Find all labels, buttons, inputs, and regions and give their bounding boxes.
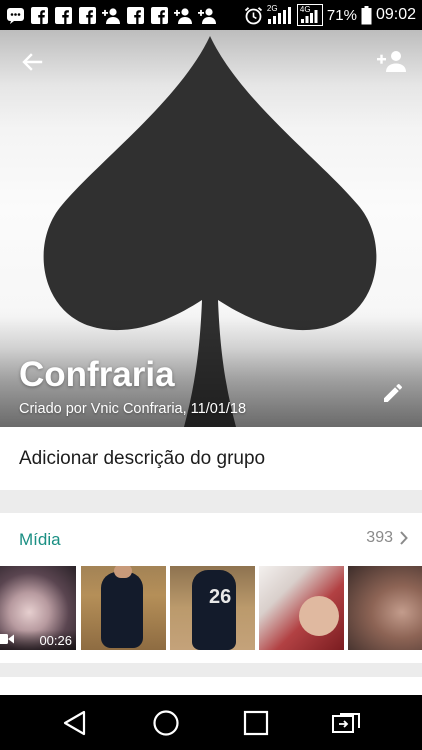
- media-count: 393: [366, 529, 393, 546]
- group-name: Confraria: [19, 355, 175, 394]
- media-thumbnail-image[interactable]: [348, 566, 422, 650]
- signal-2g-icon: 2G: [266, 4, 293, 25]
- add-description-label: Adicionar descrição do grupo: [19, 447, 266, 469]
- media-thumbnails: 00:26 26: [0, 566, 422, 650]
- next-section: [0, 677, 422, 695]
- status-bar: 2G 4G 71% 09:02: [0, 0, 422, 30]
- system-status: 2G 4G 71% 09:02: [244, 4, 416, 26]
- facebook-icon: [30, 6, 49, 24]
- add-person-icon: [377, 51, 406, 72]
- group-header: Confraria Criado por Vnic Confraria, 11/…: [0, 30, 422, 427]
- nav-switch-app-button[interactable]: [325, 701, 369, 745]
- add-contact-icon: [198, 7, 217, 24]
- system-nav-bar: [0, 695, 422, 750]
- facebook-icon: [54, 6, 73, 24]
- media-count-button[interactable]: 393: [366, 529, 408, 547]
- square-recents-icon: [244, 710, 269, 735]
- photo-subject: [299, 596, 339, 636]
- media-section: Mídia 393 00:26 26: [0, 513, 422, 663]
- edit-group-name-button[interactable]: [378, 378, 408, 408]
- back-button[interactable]: [18, 48, 46, 76]
- media-title: Mídia: [19, 530, 61, 549]
- arrow-left-icon: [22, 53, 43, 71]
- shirt-print-text: 26: [209, 586, 232, 608]
- switch-app-icon: [331, 712, 360, 733]
- media-thumbnail-video[interactable]: 00:26: [0, 566, 76, 650]
- video-duration: 00:26: [39, 633, 72, 648]
- group-created-info: Criado por Vnic Confraria, 11/01/18: [19, 401, 247, 417]
- facebook-icon: [126, 6, 145, 24]
- facebook-icon: [150, 6, 169, 24]
- network-label-2g: 2G: [266, 4, 278, 13]
- pencil-icon: [384, 383, 403, 402]
- nav-home-button[interactable]: [144, 701, 188, 745]
- notification-icons: [6, 6, 217, 24]
- alarm-icon: [244, 6, 263, 24]
- circle-home-icon: [153, 709, 179, 736]
- chevron-right-icon: [400, 531, 408, 545]
- photo-skin: [114, 566, 132, 578]
- add-participant-button[interactable]: [376, 46, 408, 76]
- add-description-button[interactable]: Adicionar descrição do grupo: [0, 427, 422, 490]
- media-thumbnail-image[interactable]: [259, 566, 344, 650]
- whatsapp-icon: [6, 7, 25, 24]
- video-camera-icon: [0, 634, 14, 644]
- facebook-icon: [78, 6, 97, 24]
- nav-recents-button[interactable]: [234, 701, 278, 745]
- add-contact-icon: [174, 7, 193, 24]
- photo-subject: [101, 572, 143, 648]
- battery-icon: [361, 5, 372, 25]
- triangle-back-icon: [64, 710, 86, 735]
- section-divider: [0, 663, 422, 677]
- photo-subject: [192, 570, 236, 650]
- nav-back-button[interactable]: [53, 701, 97, 745]
- media-thumbnail-image[interactable]: 26: [170, 566, 255, 650]
- network-label-4g: 4G: [299, 5, 311, 14]
- signal-4g-icon: 4G: [296, 4, 323, 26]
- add-contact-icon: [102, 7, 121, 24]
- clock: 09:02: [375, 6, 416, 23]
- battery-percent: 71%: [326, 6, 357, 24]
- section-divider: [0, 490, 422, 513]
- media-thumbnail-image[interactable]: [81, 566, 166, 650]
